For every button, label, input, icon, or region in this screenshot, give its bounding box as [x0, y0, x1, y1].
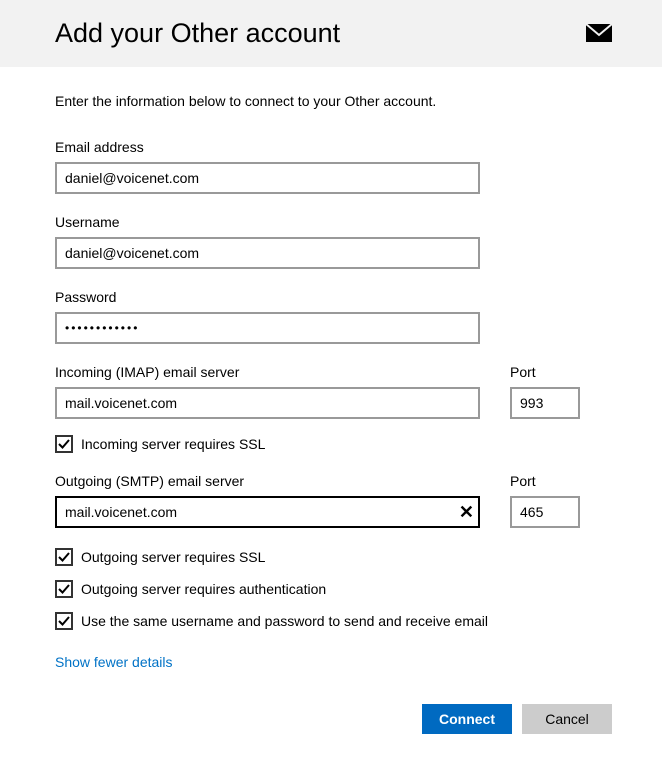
dialog-header: Add your Other account [0, 0, 662, 67]
same-creds-label[interactable]: Use the same username and password to se… [81, 613, 488, 629]
username-label: Username [55, 214, 612, 230]
smtp-input[interactable] [55, 496, 480, 528]
button-row: Connect Cancel [55, 704, 612, 734]
clear-icon[interactable]: ✕ [459, 503, 474, 521]
email-label: Email address [55, 139, 612, 155]
dialog-title: Add your Other account [55, 18, 340, 49]
imap-port-input[interactable] [510, 387, 580, 419]
outgoing-ssl-checkbox[interactable] [55, 548, 73, 566]
show-fewer-details-link[interactable]: Show fewer details [55, 654, 173, 670]
smtp-row: Outgoing (SMTP) email server ✕ Port [55, 473, 612, 528]
outgoing-ssl-row: Outgoing server requires SSL [55, 548, 612, 566]
outgoing-auth-checkbox[interactable] [55, 580, 73, 598]
imap-port-label: Port [510, 364, 580, 380]
same-creds-checkbox[interactable] [55, 612, 73, 630]
password-input[interactable] [55, 312, 480, 344]
mail-icon [586, 24, 612, 47]
username-input[interactable] [55, 237, 480, 269]
email-group: Email address [55, 139, 612, 194]
imap-row: Incoming (IMAP) email server Port [55, 364, 612, 419]
connect-button[interactable]: Connect [422, 704, 512, 734]
email-input[interactable] [55, 162, 480, 194]
incoming-ssl-row: Incoming server requires SSL [55, 435, 612, 453]
password-group: Password [55, 289, 612, 344]
password-label: Password [55, 289, 612, 305]
username-group: Username [55, 214, 612, 269]
outgoing-auth-row: Outgoing server requires authentication [55, 580, 612, 598]
imap-input[interactable] [55, 387, 480, 419]
outgoing-ssl-label[interactable]: Outgoing server requires SSL [81, 549, 265, 565]
dialog-content: Enter the information below to connect t… [0, 67, 662, 754]
smtp-label: Outgoing (SMTP) email server [55, 473, 480, 489]
imap-label: Incoming (IMAP) email server [55, 364, 480, 380]
incoming-ssl-checkbox[interactable] [55, 435, 73, 453]
cancel-button[interactable]: Cancel [522, 704, 612, 734]
same-creds-row: Use the same username and password to se… [55, 612, 612, 630]
intro-text: Enter the information below to connect t… [55, 93, 612, 109]
incoming-ssl-label[interactable]: Incoming server requires SSL [81, 436, 265, 452]
smtp-port-input[interactable] [510, 496, 580, 528]
outgoing-auth-label[interactable]: Outgoing server requires authentication [81, 581, 326, 597]
smtp-port-label: Port [510, 473, 580, 489]
